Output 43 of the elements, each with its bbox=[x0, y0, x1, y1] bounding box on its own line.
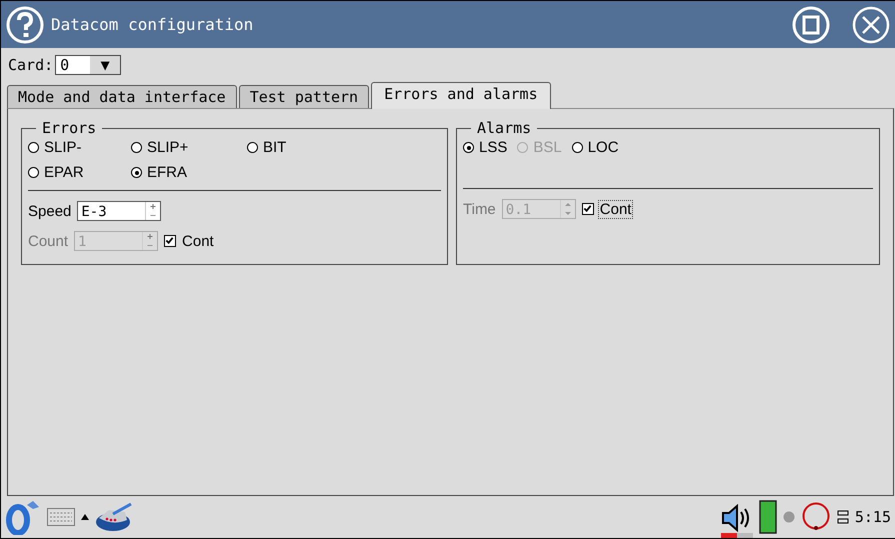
maximize-icon[interactable] bbox=[791, 4, 831, 44]
keyboard-icon[interactable] bbox=[47, 508, 75, 526]
scanner-icon[interactable] bbox=[95, 502, 133, 532]
help-icon[interactable] bbox=[5, 4, 45, 44]
close-icon[interactable] bbox=[851, 4, 891, 44]
logo-icon[interactable] bbox=[5, 499, 41, 535]
up-arrow-icon[interactable] bbox=[81, 514, 89, 520]
radio-button[interactable] bbox=[131, 142, 142, 153]
radio-label: EFRA bbox=[147, 164, 188, 181]
card-label: Card: bbox=[8, 56, 54, 74]
tab[interactable]: Errors and alarms bbox=[371, 82, 551, 109]
radio-button[interactable] bbox=[28, 142, 39, 153]
checkbox[interactable] bbox=[164, 235, 176, 247]
list-icon[interactable] bbox=[836, 509, 849, 525]
window-title: Datacom configuration bbox=[51, 15, 254, 34]
tab[interactable]: Mode and data interface bbox=[7, 85, 237, 108]
radio-label: BSL bbox=[533, 139, 562, 156]
radio-label: SLIP+ bbox=[147, 139, 188, 156]
radio-button[interactable] bbox=[463, 142, 474, 153]
status-dot-icon bbox=[782, 511, 795, 523]
radio-label: LOC bbox=[588, 139, 619, 156]
circle-icon[interactable] bbox=[800, 502, 831, 532]
group-title: Errors bbox=[41, 119, 98, 137]
radio-button[interactable] bbox=[28, 167, 39, 178]
field-label: Time bbox=[463, 200, 496, 218]
radio-button[interactable] bbox=[247, 142, 258, 153]
clock: 5:15 bbox=[854, 508, 891, 526]
checkbox-label: Cont bbox=[598, 200, 634, 218]
radio-label: SLIP- bbox=[44, 139, 82, 156]
radio-button[interactable] bbox=[131, 167, 142, 178]
field-label: Speed bbox=[28, 202, 72, 220]
radio-button[interactable] bbox=[572, 142, 583, 153]
radio-label: EPAR bbox=[44, 164, 84, 181]
spin-field[interactable]: E-3 bbox=[77, 201, 162, 221]
checkbox[interactable] bbox=[582, 203, 594, 215]
radio-label: LSS bbox=[479, 139, 508, 156]
field-label: Count bbox=[28, 232, 68, 250]
battery-icon bbox=[758, 500, 777, 534]
tab[interactable]: Test pattern bbox=[238, 85, 370, 108]
radio-label: BIT bbox=[263, 139, 286, 156]
card-dropdown[interactable]: 0 ▼ bbox=[55, 55, 122, 75]
group-title: Alarms bbox=[476, 119, 532, 137]
checkbox-label: Cont bbox=[181, 232, 215, 250]
